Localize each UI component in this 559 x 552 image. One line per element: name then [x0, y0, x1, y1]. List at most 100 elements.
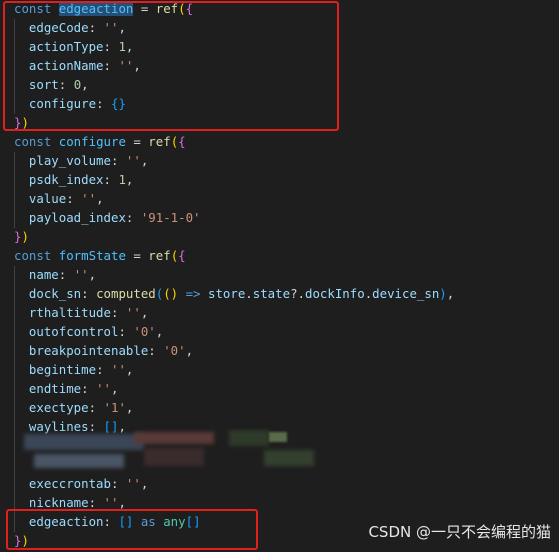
code-token: :: [88, 495, 104, 510]
code-token: {: [178, 248, 186, 263]
code-token: rthaltitude: [28, 305, 111, 320]
code-token: ,: [118, 20, 126, 35]
code-token: :: [110, 476, 126, 491]
code-line: outofcontrol: '0',: [14, 322, 163, 341]
indent-guide: [14, 266, 15, 532]
code-token: ,: [125, 362, 134, 377]
code-line: }): [14, 227, 29, 246]
code-line: const configure = ref({: [14, 132, 186, 151]
code-line: endtime: '',: [14, 379, 119, 398]
code-token: actionType: [28, 39, 104, 54]
code-token: :: [81, 381, 97, 396]
indent-guide: [14, 152, 15, 228]
code-line: actionType: 1,: [14, 37, 133, 56]
code-line: exectype: '1',: [14, 398, 133, 417]
code-token: any: [163, 514, 186, 529]
code-token: :: [110, 305, 126, 320]
code-token: sort: [28, 77, 59, 92]
code-token: dock_sn: [28, 286, 82, 301]
code-line: }): [14, 531, 29, 550]
code-token: :: [118, 324, 134, 339]
code-line: breakpointenable: '0',: [14, 341, 193, 360]
code-token: exectype: [28, 400, 89, 415]
code-token: ): [21, 533, 29, 548]
code-token: endtime: [28, 381, 82, 396]
code-token: '': [103, 495, 119, 510]
code-line: dock_sn: computed(() => store.state?.doc…: [14, 284, 454, 303]
code-token: '': [103, 20, 119, 35]
code-token: =: [133, 1, 156, 16]
code-token: '': [118, 58, 134, 73]
code-line: execcrontab: '',: [14, 474, 148, 493]
code-token: ): [21, 229, 29, 244]
code-token: ,: [81, 77, 89, 92]
code-token: ,: [185, 343, 194, 358]
code-token: actionName: [28, 58, 104, 73]
code-token: :: [58, 77, 74, 92]
code-token: :: [88, 20, 104, 35]
code-token: play_volume: [28, 153, 111, 168]
code-line: nickname: '',: [14, 493, 126, 512]
code-line: configure: {}: [14, 94, 126, 113]
code-token: '': [110, 362, 126, 377]
code-token: '': [73, 267, 89, 282]
redacted-region: [14, 428, 334, 476]
code-token: ref: [155, 1, 179, 16]
code-token: '': [125, 476, 141, 491]
code-token: edgeCode: [28, 20, 89, 35]
code-line: begintime: '',: [14, 360, 133, 379]
code-token: const: [14, 134, 59, 149]
code-token: ): [21, 115, 29, 130]
code-token: dockInfo: [305, 286, 365, 301]
code-token: breakpointenable: [28, 343, 149, 358]
code-token: value: [28, 191, 67, 206]
code-line: rthaltitude: '',: [14, 303, 148, 322]
code-token: const: [14, 248, 59, 263]
code-token: ,: [133, 58, 141, 73]
code-token: ,: [140, 476, 149, 491]
code-token: outofcontrol: [28, 324, 119, 339]
code-token: ref: [148, 248, 171, 263]
code-token: .: [245, 286, 253, 301]
code-line: value: '',: [14, 189, 104, 208]
code-token: :: [81, 286, 97, 301]
code-token: []: [185, 514, 201, 529]
code-token: ,: [155, 324, 164, 339]
code-token: :: [58, 267, 74, 282]
code-line: actionName: '',: [14, 56, 141, 75]
code-token: 1: [118, 172, 126, 187]
code-token: psdk_index: [28, 172, 104, 187]
code-token: ,: [96, 191, 104, 206]
code-token: name: [28, 267, 59, 282]
code-token: configure: [58, 134, 126, 149]
code-line: edgeaction: [] as any[]: [14, 512, 201, 531]
code-token: ,: [110, 381, 119, 396]
code-line: sort: 0,: [14, 75, 89, 94]
code-token: ref: [148, 134, 171, 149]
code-token: payload_index: [28, 210, 126, 225]
code-token: edgeaction: [58, 1, 134, 16]
code-token: ,: [88, 267, 97, 282]
code-token: as: [133, 514, 164, 529]
code-line: name: '',: [14, 265, 96, 284]
code-token: ,: [125, 400, 134, 415]
code-token: (: [178, 1, 186, 16]
code-line: psdk_index: 1,: [14, 170, 133, 189]
code-token: ?.: [290, 286, 305, 301]
code-token: '': [81, 191, 97, 206]
code-token: computed: [96, 286, 156, 301]
code-token: ,: [140, 153, 149, 168]
code-token: :: [103, 172, 119, 187]
code-token: :: [88, 400, 104, 415]
